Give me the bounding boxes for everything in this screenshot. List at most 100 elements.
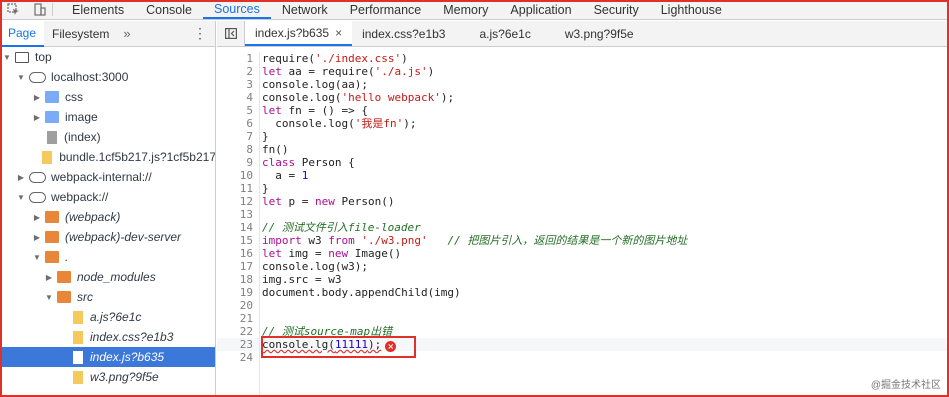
collapsed-arrow-icon[interactable]: ▶ — [32, 233, 42, 242]
tree-item-label: (index) — [64, 130, 101, 144]
tree-item-label: bundle.1cf5b217.js?1cf5b217 — [59, 150, 216, 164]
line-source: require('./index.css') — [262, 52, 408, 65]
line-number[interactable]: 9 — [217, 156, 257, 169]
element-picker-icon[interactable] — [0, 0, 26, 19]
code-line: 4 console.log('hello webpack'); — [217, 91, 949, 104]
tab-console[interactable]: Console — [135, 0, 203, 19]
code-area[interactable]: 1 require('./index.css') 2 let aa = require… — [217, 52, 949, 397]
editor-tab-index-js[interactable]: index.js?b635 × — [245, 21, 353, 46]
navigator-menu-icon[interactable]: ⋮ — [193, 25, 207, 42]
cloud-icon — [29, 71, 46, 83]
tab-page[interactable]: Page — [0, 21, 45, 47]
close-icon[interactable]: × — [335, 26, 342, 40]
expanded-arrow-icon[interactable]: ▼ — [16, 73, 26, 82]
tree-item[interactable]: ▶ node_modules — [0, 267, 215, 287]
tree-item[interactable]: ▼ localhost:3000 — [0, 67, 215, 87]
line-number[interactable]: 16 — [217, 247, 257, 260]
line-number[interactable]: 8 — [217, 143, 257, 156]
line-number[interactable]: 20 — [217, 299, 257, 312]
script-file-icon — [73, 370, 83, 384]
tree-item[interactable]: index.css?e1b3 — [0, 327, 215, 347]
tab-lighthouse[interactable]: Lighthouse — [650, 0, 733, 19]
line-number[interactable]: 18 — [217, 273, 257, 286]
tree-item[interactable]: ▼. — [0, 247, 215, 267]
code-line: 9 class Person { — [217, 156, 949, 169]
editor-tab-a-js[interactable]: a.js?6e1c — [469, 21, 554, 46]
collapsed-arrow-icon[interactable]: ▶ — [32, 93, 42, 102]
toggle-navigator-icon[interactable] — [217, 21, 245, 46]
tree-item[interactable]: ▶ image — [0, 107, 215, 127]
tab-filesystem[interactable]: Filesystem — [44, 21, 117, 47]
tree-item[interactable]: ▼ src — [0, 287, 215, 307]
line-number[interactable]: 24 — [217, 351, 257, 364]
tab-memory[interactable]: Memory — [432, 0, 499, 19]
editor-tab-w3-png[interactable]: w3.png?9f5e — [555, 21, 658, 46]
collapsed-arrow-icon[interactable]: ▶ — [32, 113, 42, 122]
tree-item[interactable]: (index) — [0, 127, 215, 147]
tab-security[interactable]: Security — [583, 0, 650, 19]
line-number[interactable]: 22 — [217, 325, 257, 338]
collapsed-arrow-icon[interactable]: ▶ — [44, 273, 54, 282]
line-number[interactable]: 12 — [217, 195, 257, 208]
line-number[interactable]: 14 — [217, 221, 257, 234]
line-number[interactable]: 6 — [217, 117, 257, 130]
line-source — [257, 208, 262, 221]
line-number[interactable]: 4 — [217, 91, 257, 104]
line-number[interactable]: 5 — [217, 104, 257, 117]
cloud-icon — [29, 171, 46, 183]
line-number[interactable]: 2 — [217, 65, 257, 78]
tree-item-label: webpack-internal:// — [51, 170, 152, 184]
collapsed-arrow-icon[interactable]: ▶ — [32, 213, 42, 222]
tree-item-label: (webpack)-dev-server — [65, 230, 182, 244]
tab-sources[interactable]: Sources — [202, 0, 271, 19]
tree-item[interactable]: ▶ css — [0, 87, 215, 107]
line-number[interactable]: 21 — [217, 312, 257, 325]
device-toolbar-icon[interactable] — [26, 0, 52, 19]
tree-item[interactable]: ▼ top — [0, 47, 215, 67]
editor-tab-index-css[interactable]: index.css?e1b3 — [352, 21, 469, 46]
cloud-icon — [29, 191, 46, 203]
line-number[interactable]: 23 — [217, 338, 257, 351]
line-source: let aa = require('./a.js') — [262, 65, 435, 78]
line-number[interactable]: 17 — [217, 260, 257, 273]
tree-item[interactable]: ▶ webpack-internal:// — [0, 167, 215, 187]
tree-item[interactable]: ▶ (webpack)-dev-server — [0, 227, 215, 247]
tree-item[interactable]: w3.png?9f5e — [0, 367, 215, 387]
line-source: a = 1 — [262, 169, 309, 182]
tab-elements[interactable]: Elements — [61, 0, 135, 19]
tab-application[interactable]: Application — [499, 0, 582, 19]
line-source: // 测试文件引入file-loader — [262, 221, 421, 234]
line-number[interactable]: 15 — [217, 234, 257, 247]
tree-item-label: css — [65, 90, 83, 104]
expanded-arrow-icon[interactable]: ▼ — [32, 253, 42, 262]
code-line: 6 console.log('我是fn'); — [217, 117, 949, 130]
collapsed-arrow-icon[interactable]: ▶ — [16, 173, 26, 182]
line-number[interactable]: 11 — [217, 182, 257, 195]
code-line: 20 — [217, 299, 949, 312]
code-line: 2 let aa = require('./a.js') — [217, 65, 949, 78]
tree-item[interactable]: a.js?6e1c — [0, 307, 215, 327]
tab-network[interactable]: Network — [271, 0, 339, 19]
tree-item[interactable]: ▼ webpack:// — [0, 187, 215, 207]
tree-item-label: webpack:// — [51, 190, 109, 204]
line-number[interactable]: 19 — [217, 286, 257, 299]
tree-item[interactable]: ▶ (webpack) — [0, 207, 215, 227]
line-source — [257, 351, 262, 364]
folder-icon — [45, 91, 59, 103]
line-number[interactable]: 13 — [217, 208, 257, 221]
error-icon[interactable]: × — [385, 341, 397, 352]
expanded-arrow-icon[interactable]: ▼ — [2, 53, 12, 62]
line-number[interactable]: 7 — [217, 130, 257, 143]
tree-item[interactable]: bundle.1cf5b217.js?1cf5b217 — [0, 147, 216, 167]
line-number[interactable]: 1 — [217, 52, 257, 65]
expanded-arrow-icon[interactable]: ▼ — [16, 193, 26, 202]
expanded-arrow-icon[interactable]: ▼ — [44, 293, 54, 302]
line-number[interactable]: 10 — [217, 169, 257, 182]
tab-performance[interactable]: Performance — [339, 0, 433, 19]
more-tabs-icon[interactable]: » — [123, 26, 130, 41]
code-line: 3 console.log(aa); — [217, 78, 949, 91]
script-file-icon — [73, 310, 83, 324]
line-source: console.log('hello webpack'); — [262, 91, 455, 104]
tree-item[interactable]: index.js?b635 — [0, 347, 215, 367]
line-number[interactable]: 3 — [217, 78, 257, 91]
